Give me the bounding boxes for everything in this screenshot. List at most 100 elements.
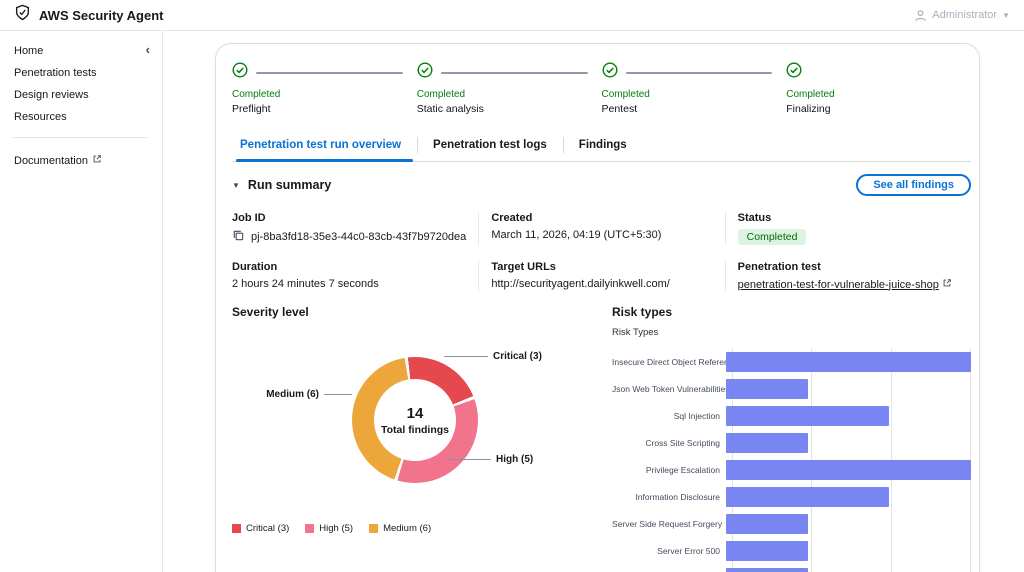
bar-row: Json Web Token Vulnerabilities	[612, 375, 971, 402]
step-status: Completed	[601, 89, 650, 100]
bar	[726, 351, 971, 372]
callout-label: Critical (3)	[493, 351, 542, 362]
bar-category-label: Cross Site Scripting	[645, 437, 720, 448]
bar-track	[726, 540, 971, 561]
chevron-down-icon: ▼	[1002, 10, 1010, 20]
bar-track	[726, 405, 971, 426]
bar-row: Privilege Escalation	[612, 456, 971, 483]
legend-label: Critical (3)	[246, 523, 290, 534]
bar-track	[726, 513, 971, 534]
risk-types-heading: Risk types	[612, 305, 673, 319]
bar-row: Insecure Direct Object Reference	[612, 348, 971, 375]
app-logo-icon	[14, 4, 31, 26]
user-menu-label: Administrator	[932, 9, 998, 21]
pentest-run-card: Completed Preflight Completed Static ana…	[215, 43, 980, 572]
legend-item: Critical (3)	[232, 523, 289, 534]
target-url-value: http://securityagent.dailyinkwell.com/	[491, 278, 670, 290]
severity-chart-title: Severity level	[232, 305, 309, 319]
run-summary-grid: Job ID pj-8ba3fd18-35e3-44c0-83cb-43f7b9…	[232, 212, 971, 291]
check-circle-icon	[417, 62, 433, 83]
bar	[726, 378, 808, 399]
top-bar: AWS Security Agent Administrator ▼	[0, 0, 1024, 31]
see-all-findings-button[interactable]: See all findings	[856, 174, 971, 196]
legend-swatch	[232, 524, 241, 533]
field-penetration-test: Penetration test penetration-test-for-vu…	[724, 261, 971, 291]
tab-run-logs[interactable]: Penetration test logs	[417, 129, 563, 161]
step-status: Completed	[786, 89, 835, 100]
sidebar-divider	[12, 137, 148, 138]
legend-label: High (5)	[319, 523, 354, 534]
step-label: Static analysis	[416, 103, 484, 115]
user-menu[interactable]: Administrator ▼	[914, 9, 1010, 22]
risk-types-chart-block: Risk types Risk Types Insecure Direct Ob…	[612, 305, 971, 572]
duration-value: 2 hours 24 minutes 7 seconds	[232, 278, 379, 290]
total-findings-label: Total findings	[380, 423, 450, 436]
bar	[726, 459, 971, 480]
check-circle-icon	[232, 62, 248, 83]
legend-swatch	[369, 524, 379, 533]
step-finalizing: Completed Finalizing	[786, 62, 971, 115]
main-content: Completed Preflight Completed Static ana…	[163, 31, 1024, 572]
copy-icon[interactable]	[232, 229, 245, 245]
check-circle-icon	[601, 62, 618, 83]
external-link-icon	[92, 154, 102, 167]
bar	[726, 486, 890, 507]
sidebar-item-resources[interactable]: Resources	[14, 111, 148, 123]
step-pentest: Completed Pentest	[602, 62, 787, 115]
sidebar-item-home[interactable]: Home	[14, 45, 148, 57]
bar	[726, 567, 808, 572]
penetration-test-link[interactable]: penetration-test-for-vulnerable-juice-sh…	[738, 278, 952, 291]
expand-caret-icon[interactable]: ▼	[232, 181, 240, 190]
bar-row: Server Error 500	[612, 537, 971, 564]
step-preflight: Completed Preflight	[232, 62, 417, 115]
bar-category-label: Server Error 500	[657, 545, 720, 556]
bar-category-label: Server Side Request Forgery	[612, 518, 723, 529]
user-icon	[914, 9, 927, 22]
bar-track	[726, 351, 971, 372]
callout-line	[324, 394, 352, 395]
callout-label: High (5)	[496, 454, 534, 465]
bar-row: Arbitrary File Upload	[612, 564, 971, 572]
field-label: Penetration test	[737, 261, 821, 273]
risk-types-bar-chart: Insecure Direct Object Reference Json Web…	[612, 348, 971, 572]
step-status: Completed	[416, 89, 466, 100]
sidebar-collapse-icon[interactable]: ‹	[146, 43, 150, 56]
field-status: Status Completed	[724, 212, 971, 245]
charts-section: Severity level 14 Total findings Critica…	[232, 305, 971, 572]
donut-ring: 14 Total findings	[352, 357, 478, 483]
bar-row: Information Disclosure	[612, 483, 971, 510]
field-job-id: Job ID pj-8ba3fd18-35e3-44c0-83cb-43f7b9…	[232, 212, 478, 245]
bar-row: Cross Site Scripting	[612, 429, 971, 456]
tab-run-overview[interactable]: Penetration test run overview	[232, 129, 417, 162]
legend-item: Medium (6)	[369, 523, 431, 534]
severity-chart-block: Severity level 14 Total findings Critica…	[232, 305, 604, 572]
bar-track	[726, 378, 971, 399]
field-label: Duration	[232, 261, 278, 273]
run-summary-header: ▼ Run summary See all findings	[232, 162, 971, 206]
field-label: Status	[737, 212, 772, 224]
legend-swatch	[305, 524, 315, 533]
sidebar-item-penetration-tests[interactable]: Penetration tests	[14, 67, 148, 79]
check-circle-icon	[786, 62, 802, 83]
sidebar-item-design-reviews[interactable]: Design reviews	[14, 89, 148, 101]
run-summary-title: Run summary	[247, 178, 332, 192]
status-badge: Completed	[737, 229, 807, 245]
callout-medium: Medium (6)	[232, 389, 352, 400]
sidebar: ‹ Home Penetration tests Design reviews …	[0, 31, 163, 572]
tab-bar: Penetration test run overview Penetratio…	[232, 129, 971, 162]
step-static-analysis: Completed Static analysis	[417, 62, 602, 115]
created-value: March 11, 2026, 04:19 (UTC+5:30)	[491, 229, 662, 241]
step-label: Preflight	[232, 103, 271, 115]
bar	[726, 432, 808, 453]
progress-stepper: Completed Preflight Completed Static ana…	[232, 58, 971, 125]
bar-row: Server Side Request Forgery	[612, 510, 971, 537]
field-label: Job ID	[232, 212, 266, 224]
bar-track	[726, 432, 971, 453]
severity-donut-chart: 14 Total findings Critical (3) Medium (6…	[232, 323, 604, 555]
external-link-icon	[942, 278, 952, 291]
sidebar-item-documentation[interactable]: Documentation	[14, 154, 148, 167]
app-title: AWS Security Agent	[39, 7, 164, 23]
tab-findings[interactable]: Findings	[562, 129, 643, 161]
step-label: Pentest	[601, 103, 638, 115]
job-id-value: pj-8ba3fd18-35e3-44c0-83cb-43f7b9720dea	[251, 231, 467, 243]
